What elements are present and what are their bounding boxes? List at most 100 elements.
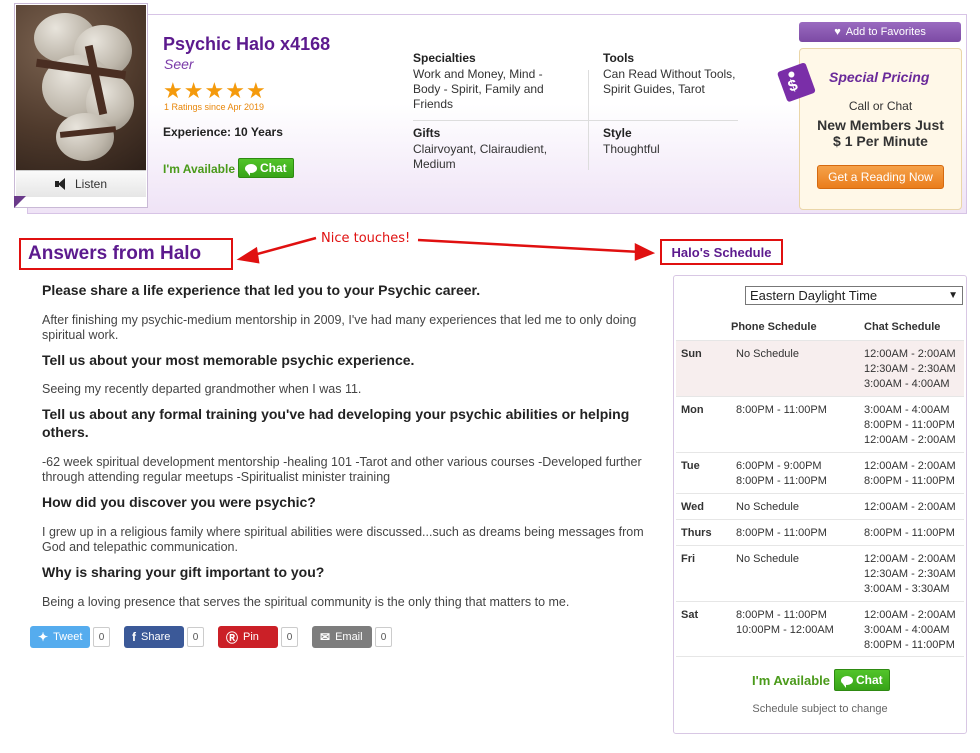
phone-slots: No Schedule — [736, 501, 799, 513]
schedule-row-wed: Wed No Schedule 12:00AM - 2:00AM — [676, 493, 964, 519]
gifts-section: Gifts Clairvoyant, Clairaudient, Medium — [413, 126, 573, 172]
chat-bubble-icon — [841, 675, 853, 688]
details-divider-horizontal — [413, 120, 738, 121]
offer-line-1: New Members Just — [817, 117, 944, 133]
twitter-icon: ✦ — [38, 630, 49, 644]
chat-button[interactable]: Chat — [238, 158, 294, 178]
style-heading: Style — [603, 126, 632, 140]
timezone-select[interactable]: Eastern Daylight Time ▼ — [745, 286, 963, 305]
schedule-row-thurs: Thurs 8:00PM - 11:00PM 8:00PM - 11:00PM — [676, 519, 964, 545]
schedule-row-fri: Fri No Schedule 12:00AM - 2:00AM 12:30AM… — [676, 545, 964, 601]
tools-section: Tools Can Read Without Tools, Spirit Gui… — [603, 51, 753, 97]
question: Tell us about any formal training you've… — [42, 406, 630, 440]
special-pricing-title: Special Pricing — [829, 69, 930, 85]
ratings-count[interactable]: 1 Ratings since Apr 2019 — [164, 102, 264, 112]
email-label: Email — [335, 631, 363, 643]
chat-slots: 12:00AM - 2:00AM 8:00PM - 11:00PM — [864, 460, 956, 487]
question: Why is sharing your gift important to yo… — [42, 564, 325, 580]
answers-title: Answers from Halo — [19, 238, 233, 270]
qa-item: Tell us about any formal training you've… — [42, 405, 652, 441]
favorites-label: Add to Favorites — [845, 26, 926, 38]
offer-line-2: $ 1 Per Minute — [833, 133, 928, 149]
rating-stars: ★ ★ ★ ★ ★ — [163, 80, 266, 102]
email-count: 0 — [375, 627, 392, 647]
qa-item: Please share a life experience that led … — [42, 281, 652, 299]
specialties-value: Work and Money, Mind - Body - Spirit, Fa… — [413, 67, 544, 111]
qa-item: How did you discover you were psychic? — [42, 493, 652, 511]
answer: -62 week spiritual development mentorshi… — [42, 455, 642, 484]
chat-slots: 12:00AM - 2:00AM — [864, 501, 956, 513]
psychic-photo[interactable] — [16, 5, 146, 170]
email-share-button[interactable]: ✉ Email — [312, 626, 372, 648]
new-members-offer: New Members Just $ 1 Per Minute — [800, 117, 961, 149]
day-label: Thurs — [681, 527, 712, 539]
facebook-share-button[interactable]: f Share — [124, 626, 184, 648]
phone-slots: 8:00PM - 11:00PM 10:00PM - 12:00AM — [736, 609, 834, 636]
call-or-chat-text: Call or Chat — [848, 99, 913, 113]
chat-schedule-header: Chat Schedule — [864, 321, 941, 333]
annotation-text: Nice touches! — [321, 231, 411, 246]
listen-button[interactable]: Listen — [16, 170, 146, 197]
psychic-photo-box: Listen — [14, 3, 148, 208]
email-icon: ✉ — [320, 630, 331, 644]
gifts-value: Clairvoyant, Clairaudient, Medium — [413, 142, 548, 171]
chat-slots: 12:00AM - 2:00AM 12:30AM - 2:30AM 3:00AM… — [864, 348, 956, 390]
pinterest-button[interactable]: Ⓡ Pin — [218, 626, 278, 648]
speaker-icon — [54, 178, 67, 190]
get-reading-button[interactable]: Get a Reading Now — [817, 165, 944, 189]
psychic-name[interactable]: Psychic Halo x4168 — [163, 34, 330, 55]
chat-slots: 3:00AM - 4:00AM 8:00PM - 11:00PM 12:00AM… — [864, 404, 956, 446]
schedule-title: Halo's Schedule — [660, 239, 783, 265]
day-label: Tue — [681, 460, 700, 472]
chat-button-label: Chat — [260, 161, 287, 175]
day-label: Fri — [681, 553, 696, 565]
schedule-row-sat: Sat 8:00PM - 11:00PM 10:00PM - 12:00AM 1… — [676, 601, 964, 657]
tweet-button[interactable]: ✦ Tweet — [30, 626, 90, 648]
day-label: Mon — [681, 404, 704, 416]
question: Tell us about your most memorable psychi… — [42, 352, 415, 368]
phone-slots: No Schedule — [736, 553, 799, 565]
arrow-head-right — [634, 242, 656, 261]
day-label: Wed — [681, 501, 705, 513]
style-value: Thoughtful — [603, 142, 660, 156]
chat-slots: 8:00PM - 11:00PM — [864, 527, 955, 539]
photo-corner-decoration — [14, 196, 26, 208]
schedule-row-tue: Tue 6:00PM - 9:00PM 8:00PM - 11:00PM 12:… — [676, 452, 964, 493]
tools-value: Can Read Without Tools, Spirit Guides, T… — [603, 67, 736, 96]
star-icon: ★ — [204, 78, 225, 103]
specialties-section: Specialties Work and Money, Mind - Body … — [413, 51, 573, 112]
share-label: Share — [141, 631, 171, 643]
chat-bubble-icon — [245, 163, 257, 176]
question: How did you discover you were psychic? — [42, 494, 316, 510]
star-icon: ★ — [245, 78, 266, 103]
style-section: Style Thoughtful — [603, 126, 753, 157]
facebook-icon: f — [132, 630, 136, 644]
tweet-label: Tweet — [53, 631, 83, 643]
phone-schedule-header: Phone Schedule — [731, 321, 817, 333]
question: Please share a life experience that led … — [42, 282, 481, 298]
dropdown-arrow-icon: ▼ — [948, 290, 958, 301]
pin-label: Pin — [243, 631, 259, 643]
day-label: Sat — [681, 609, 699, 621]
answer: After finishing my psychic-medium mentor… — [42, 313, 637, 342]
tweet-count: 0 — [93, 627, 110, 647]
heart-icon: ♥ — [834, 26, 841, 38]
listen-label: Listen — [74, 177, 108, 191]
phone-slots: 8:00PM - 11:00PM — [736, 527, 827, 539]
qa-answer: Being a loving presence that serves the … — [42, 595, 652, 610]
availability-status: I'm Available — [163, 162, 235, 176]
qa-item: Tell us about your most memorable psychi… — [42, 351, 652, 369]
specialties-heading: Specialties — [413, 51, 476, 65]
schedule-availability-status: I'm Available — [752, 673, 830, 688]
psychic-title: Seer — [164, 56, 194, 72]
answer: Seeing my recently departed grandmother … — [42, 382, 362, 396]
schedule-chat-button[interactable]: Chat — [834, 669, 890, 691]
qa-answer: Seeing my recently departed grandmother … — [42, 382, 652, 397]
add-to-favorites-button[interactable]: ♥ Add to Favorites — [799, 22, 961, 42]
chat-slots: 12:00AM - 2:00AM 12:30AM - 2:30AM 3:00AM… — [864, 553, 956, 595]
answer: Being a loving presence that serves the … — [42, 595, 570, 609]
timezone-value: Eastern Daylight Time — [750, 288, 878, 303]
share-count: 0 — [187, 627, 204, 647]
arrow-head-left — [236, 246, 260, 264]
schedule-note: Schedule subject to change — [752, 703, 888, 715]
